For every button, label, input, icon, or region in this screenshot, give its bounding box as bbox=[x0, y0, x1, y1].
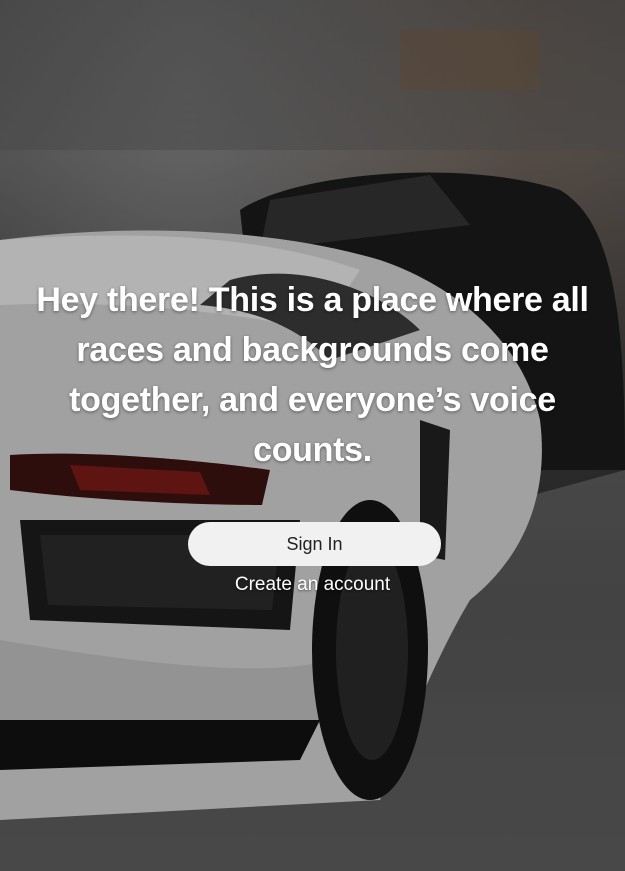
hero: Hey there! This is a place where all rac… bbox=[20, 275, 605, 475]
tagline: Hey there! This is a place where all rac… bbox=[36, 281, 589, 469]
create-account-link[interactable]: Create an account bbox=[0, 574, 625, 596]
sign-in-button[interactable]: Sign In bbox=[188, 522, 441, 566]
